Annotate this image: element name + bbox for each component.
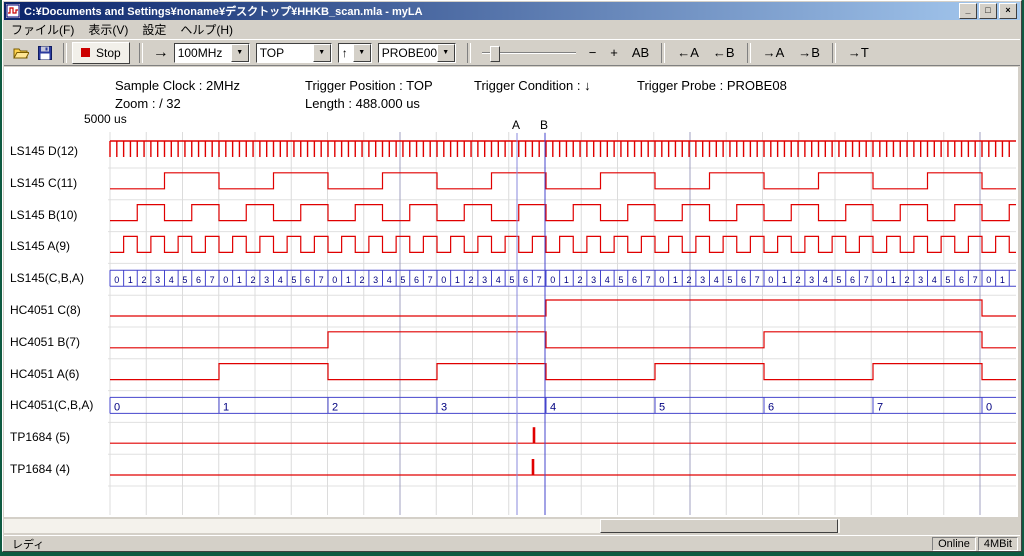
- trigger-position-select[interactable]: TOP ▼: [256, 43, 332, 63]
- online-indicator: Online: [932, 537, 976, 551]
- stop-button[interactable]: Stop: [72, 42, 130, 64]
- clock-select[interactable]: 100MHz ▼: [174, 43, 250, 63]
- trigger-position-text: Trigger Position : TOP: [305, 78, 433, 93]
- sample-clock-text: Sample Clock : 2MHz: [115, 78, 240, 93]
- trigger-condition-text: Trigger Condition : ↓: [474, 78, 591, 93]
- tool-button[interactable]: ←A: [672, 44, 704, 61]
- save-button[interactable]: [34, 43, 56, 63]
- open-button[interactable]: [10, 43, 32, 63]
- channel-label: LS145 B(10): [10, 208, 77, 222]
- trigger-edge-select[interactable]: ↑ ▼: [338, 43, 372, 63]
- stop-label: Stop: [96, 46, 121, 60]
- tool-button[interactable]: →T: [843, 44, 874, 61]
- tool-button[interactable]: +: [605, 44, 623, 61]
- horizontal-scrollbar[interactable]: [4, 519, 840, 533]
- toolbar-separator: [467, 43, 471, 63]
- toolbar-separator: [63, 43, 67, 63]
- trigger-edge-value: ↑: [339, 44, 353, 62]
- menu-item[interactable]: 設定: [135, 19, 173, 40]
- cursor-a-label[interactable]: A: [512, 118, 520, 132]
- channel-label: HC4051 A(6): [10, 367, 79, 381]
- channel-label: LS145 C(11): [10, 176, 77, 190]
- toolbar-separator: [139, 43, 143, 63]
- maximize-button[interactable]: □: [979, 3, 997, 19]
- cursor-b-label[interactable]: B: [540, 118, 548, 132]
- slider-handle[interactable]: [490, 46, 500, 62]
- close-button[interactable]: ×: [999, 3, 1017, 19]
- channel-label: TP1684 (4): [10, 462, 70, 476]
- chevron-down-icon[interactable]: ▼: [353, 44, 371, 62]
- waveform-area[interactable]: [4, 67, 1018, 517]
- channel-label: HC4051 B(7): [10, 335, 80, 349]
- trigger-probe-text: Trigger Probe : PROBE08: [637, 78, 787, 93]
- channel-label: HC4051 C(8): [10, 303, 81, 317]
- tool-button[interactable]: ←B: [708, 44, 740, 61]
- chevron-down-icon[interactable]: ▼: [231, 44, 249, 62]
- menu-item[interactable]: ファイル(F): [4, 19, 81, 40]
- tool-button[interactable]: AB: [627, 44, 654, 61]
- minimize-button[interactable]: _: [959, 3, 977, 19]
- chevron-down-icon[interactable]: ▼: [313, 44, 331, 62]
- toolbar: Stop → 100MHz ▼ TOP ▼ ↑ ▼ PROBE00 ▼ −+AB…: [4, 39, 1020, 66]
- channel-label: LS145(C,B,A): [10, 271, 84, 285]
- open-folder-icon: [13, 46, 29, 60]
- tool-button[interactable]: →A: [758, 44, 790, 61]
- app-icon: [6, 4, 20, 18]
- menu-item[interactable]: ヘルプ(H): [173, 19, 240, 40]
- run-button[interactable]: →: [148, 43, 174, 63]
- clock-value: 100MHz: [175, 44, 231, 62]
- menu-bar: ファイル(F)表示(V)設定ヘルプ(H): [4, 20, 1020, 39]
- memory-indicator: 4MBit: [978, 537, 1018, 551]
- floppy-disk-icon: [38, 46, 52, 60]
- trigger-position-value: TOP: [257, 44, 313, 62]
- cursor-tools: −+AB ←A←B →A→B →T: [582, 43, 876, 63]
- toolbar-separator: [832, 43, 836, 63]
- length-text: Length : 488.000 us: [305, 96, 420, 111]
- channel-label: HC4051(C,B,A): [10, 398, 93, 412]
- tool-button[interactable]: →B: [793, 44, 825, 61]
- scrollbar-thumb[interactable]: [600, 519, 838, 533]
- channel-label: LS145 D(12): [10, 144, 78, 158]
- stop-icon: [81, 48, 90, 57]
- toolbar-separator: [747, 43, 751, 63]
- toolbar-separator: [661, 43, 665, 63]
- channel-label: LS145 A(9): [10, 239, 70, 253]
- tool-button[interactable]: −: [584, 44, 602, 61]
- timebase-label: 5000 us: [84, 112, 127, 126]
- probe-select[interactable]: PROBE00 ▼: [378, 43, 456, 63]
- title-bar: C:¥Documents and Settings¥noname¥デスクトップ¥…: [4, 2, 1020, 20]
- status-message: レディ: [12, 536, 932, 552]
- window-title: C:¥Documents and Settings¥noname¥デスクトップ¥…: [24, 3, 959, 19]
- channel-label: TP1684 (5): [10, 430, 70, 444]
- menu-item[interactable]: 表示(V): [81, 19, 135, 40]
- scroll-strip: [4, 517, 1018, 535]
- chevron-down-icon[interactable]: ▼: [437, 44, 455, 62]
- status-bar: レディ Online 4MBit: [4, 535, 1020, 551]
- probe-value: PROBE00: [379, 44, 437, 62]
- zoom-slider[interactable]: [480, 43, 578, 63]
- zoom-text: Zoom : / 32: [115, 96, 181, 111]
